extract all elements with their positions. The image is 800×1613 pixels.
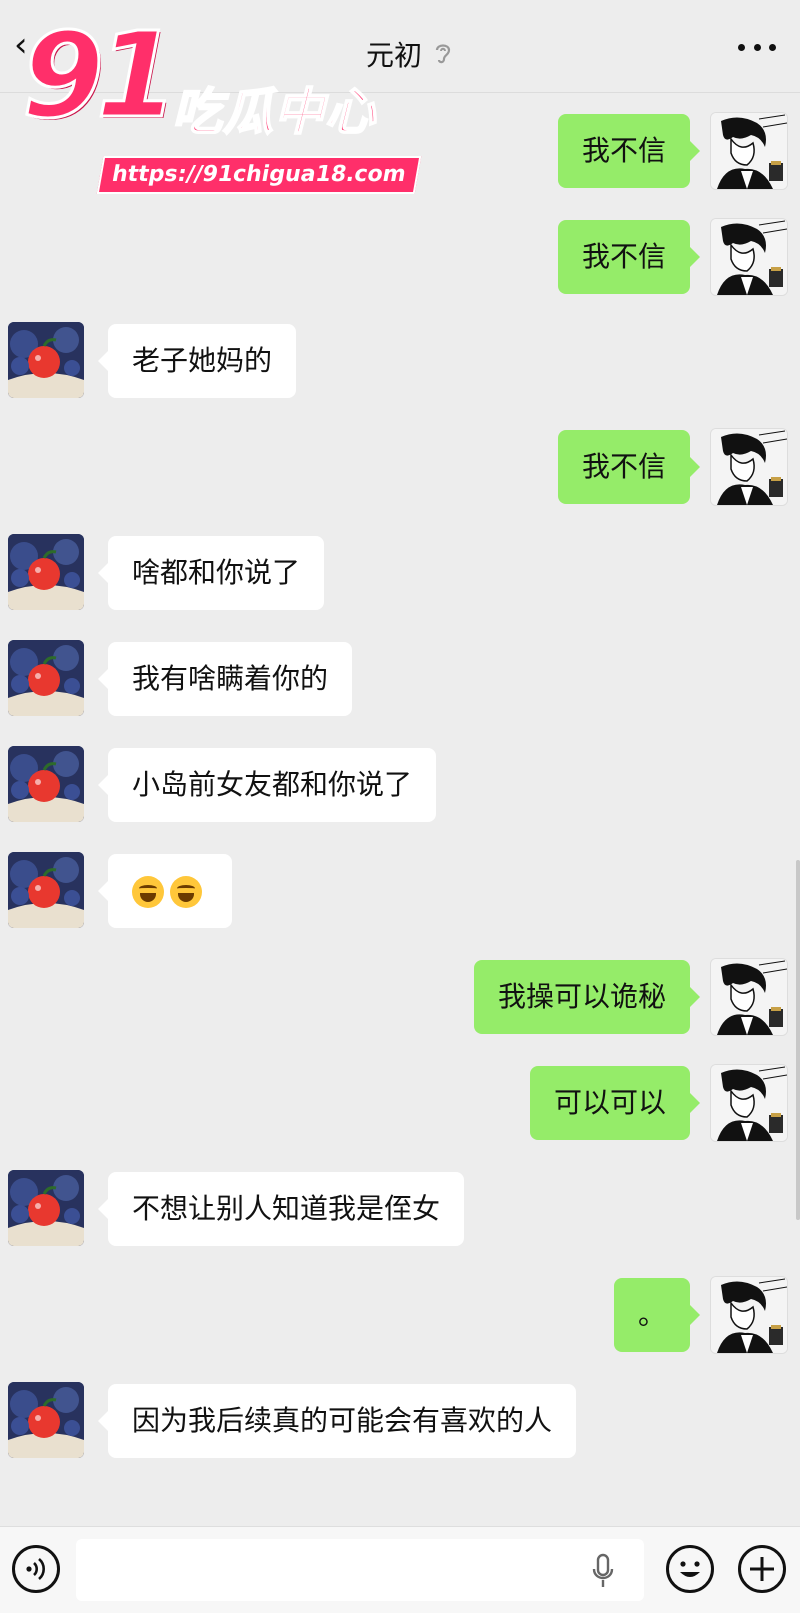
watermark-logo: 91 吃瓜中心 https://91chigua18.com xyxy=(20,5,421,194)
message-text: 可以可以 xyxy=(553,1086,666,1119)
watermark-url: https://91chigua18.com xyxy=(96,156,421,194)
message-text: 因为我后续真的可能会有喜欢的人 xyxy=(132,1404,553,1437)
my-avatar[interactable] xyxy=(710,958,788,1036)
message-text: 。 xyxy=(637,1298,666,1331)
more-icon[interactable] xyxy=(738,40,776,54)
joy-emoji xyxy=(132,876,164,908)
watermark-number: 91 xyxy=(20,5,179,146)
my-avatar[interactable] xyxy=(710,1064,788,1142)
contact-avatar[interactable] xyxy=(8,746,84,822)
message-text: 我不信 xyxy=(581,240,666,273)
message-text: 我不信 xyxy=(581,450,666,483)
received-message-bubble[interactable]: 不想让别人知道我是侄女 xyxy=(97,1172,465,1246)
contact-avatar[interactable] xyxy=(8,852,84,928)
my-avatar[interactable] xyxy=(710,428,788,506)
contact-avatar[interactable] xyxy=(8,1170,84,1246)
watermark-name: 吃瓜中心 xyxy=(171,82,376,142)
ear-icon xyxy=(435,44,451,64)
sent-message-bubble[interactable]: 我不信 xyxy=(557,220,701,294)
contact-avatar[interactable] xyxy=(8,534,84,610)
received-message-bubble[interactable]: 我有啥瞒着你的 xyxy=(97,642,353,716)
received-message-bubble[interactable]: 小岛前女友都和你说了 xyxy=(97,748,437,822)
message-input[interactable] xyxy=(76,1539,644,1601)
received-message-bubble[interactable] xyxy=(98,854,232,928)
sent-message-bubble[interactable]: 我不信 xyxy=(557,430,701,504)
message-text: 老子她妈的 xyxy=(132,344,273,377)
sent-message-bubble[interactable]: 。 xyxy=(613,1278,701,1352)
voice-icon[interactable] xyxy=(12,1545,60,1593)
smile-icon[interactable] xyxy=(666,1545,714,1593)
my-avatar[interactable] xyxy=(710,112,788,190)
scrollbar[interactable] xyxy=(796,860,800,1220)
received-message-bubble[interactable]: 老子她妈的 xyxy=(97,324,297,398)
mic-icon[interactable] xyxy=(590,1553,616,1589)
my-avatar[interactable] xyxy=(710,218,788,296)
message-text: 我操可以诡秘 xyxy=(497,980,666,1013)
message-text: 不想让别人知道我是侄女 xyxy=(132,1192,441,1225)
input-bar xyxy=(0,1526,800,1613)
sent-message-bubble[interactable]: 我不信 xyxy=(557,114,701,188)
message-text: 我不信 xyxy=(581,134,666,167)
joy-emoji xyxy=(170,876,202,908)
my-avatar[interactable] xyxy=(710,1276,788,1354)
contact-avatar[interactable] xyxy=(8,1382,84,1458)
message-text: 啥都和你说了 xyxy=(132,556,301,589)
received-message-bubble[interactable]: 啥都和你说了 xyxy=(97,536,325,610)
contact-avatar[interactable] xyxy=(8,322,84,398)
message-text: 我有啥瞒着你的 xyxy=(132,662,329,695)
sent-message-bubble[interactable]: 我操可以诡秘 xyxy=(473,960,701,1034)
message-text: 小岛前女友都和你说了 xyxy=(132,768,413,801)
received-message-bubble[interactable]: 因为我后续真的可能会有喜欢的人 xyxy=(97,1384,577,1458)
plus-icon[interactable] xyxy=(738,1545,786,1593)
sent-message-bubble[interactable]: 可以可以 xyxy=(529,1066,701,1140)
contact-avatar[interactable] xyxy=(8,640,84,716)
